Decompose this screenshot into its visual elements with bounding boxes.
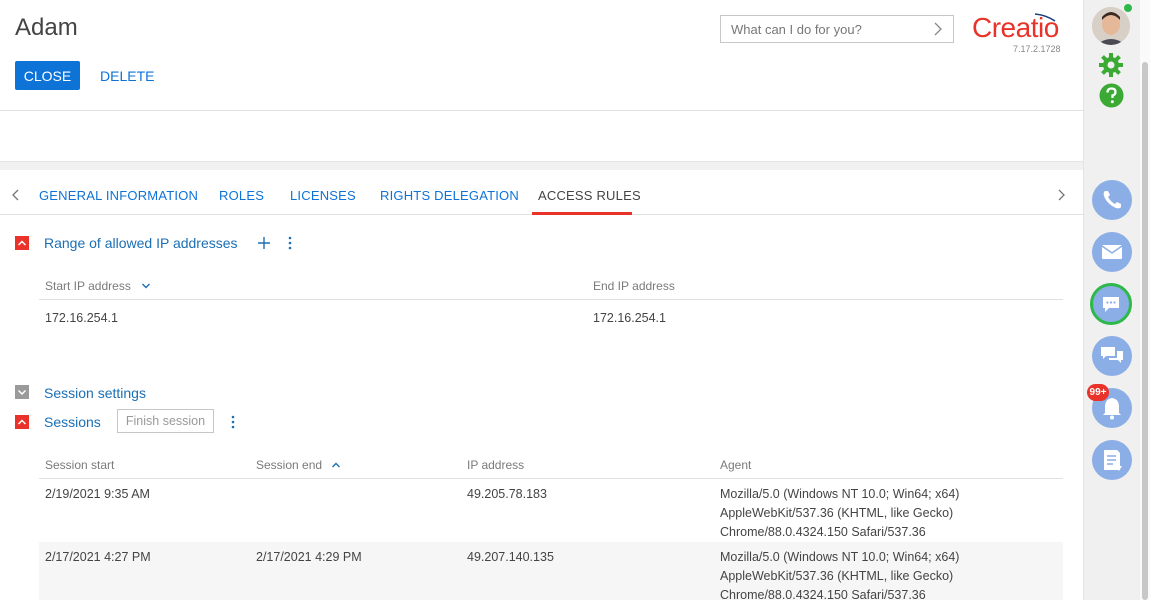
column-header-end-ip[interactable]: End IP address bbox=[593, 279, 675, 293]
tab-general-information[interactable]: GENERAL INFORMATION bbox=[39, 188, 198, 203]
session-start-cell: 2/19/2021 9:35 AM bbox=[45, 487, 150, 501]
agent-line: Chrome/88.0.4324.150 Safari/537.36 bbox=[720, 525, 926, 539]
logo-swoosh-icon bbox=[1034, 13, 1056, 22]
tab-roles[interactable]: ROLES bbox=[219, 188, 264, 203]
section-gap bbox=[0, 161, 1083, 170]
notification-count-badge: 99+ bbox=[1087, 384, 1109, 401]
sort-chevron-down-icon[interactable] bbox=[141, 281, 151, 291]
collapse-icon[interactable] bbox=[15, 236, 29, 250]
column-header-ip-address[interactable]: IP address bbox=[467, 458, 524, 472]
document-icon bbox=[1104, 450, 1122, 471]
table-cell: 172.16.254.1 bbox=[593, 311, 666, 325]
finish-session-button[interactable]: Finish session bbox=[117, 409, 214, 433]
ip-address-cell: 49.207.140.135 bbox=[467, 550, 554, 564]
version-label: 7.17.2.1728 bbox=[1013, 44, 1061, 54]
column-header-agent[interactable]: Agent bbox=[720, 458, 751, 472]
header-divider bbox=[39, 299, 1063, 300]
conversation-icon bbox=[1101, 347, 1123, 363]
agent-line: AppleWebKit/537.36 (KHTML, like Gecko) bbox=[720, 506, 954, 520]
chat-bubble-icon bbox=[1103, 297, 1119, 312]
tab-licenses[interactable]: LICENSES bbox=[290, 188, 356, 203]
header-divider bbox=[39, 478, 1063, 479]
email-button[interactable] bbox=[1092, 232, 1132, 272]
agent-line: AppleWebKit/537.36 (KHTML, like Gecko) bbox=[720, 569, 954, 583]
session-start-cell: 2/17/2021 4:27 PM bbox=[45, 550, 151, 564]
table-cell: 172.16.254.1 bbox=[45, 311, 118, 325]
gear-icon[interactable] bbox=[1098, 52, 1124, 78]
tab-bar: GENERAL INFORMATION ROLES LICENSES RIGHT… bbox=[0, 170, 1083, 215]
online-status-dot bbox=[1124, 4, 1132, 12]
scrollbar[interactable] bbox=[1140, 0, 1150, 600]
main-area: Adam CLOSE DELETE Creatio 7.17.2.1728 GE… bbox=[0, 0, 1083, 600]
user-photo-icon bbox=[1092, 7, 1130, 45]
page-title: Adam bbox=[15, 14, 78, 41]
column-header-session-start[interactable]: Session start bbox=[45, 458, 114, 472]
avatar[interactable] bbox=[1092, 7, 1130, 45]
session-settings-title[interactable]: Session settings bbox=[44, 385, 146, 401]
close-button[interactable]: CLOSE bbox=[15, 61, 80, 90]
phone-icon bbox=[1103, 191, 1121, 209]
tab-rights-delegation[interactable]: RIGHTS DELEGATION bbox=[380, 188, 519, 203]
agent-line: Mozilla/5.0 (Windows NT 10.0; Win64; x64… bbox=[720, 550, 960, 564]
column-header-start-ip[interactable]: Start IP address bbox=[45, 279, 131, 293]
process-button[interactable] bbox=[1092, 440, 1132, 480]
agent-line: Mozilla/5.0 (Windows NT 10.0; Win64; x64… bbox=[720, 487, 960, 501]
session-end-cell: 2/17/2021 4:29 PM bbox=[256, 550, 362, 564]
chat-button[interactable] bbox=[1090, 283, 1132, 325]
sessions-title[interactable]: Sessions bbox=[44, 414, 101, 430]
chevron-right-icon[interactable] bbox=[1056, 188, 1066, 202]
feed-button[interactable] bbox=[1092, 336, 1132, 376]
agent-line: Chrome/88.0.4324.150 Safari/537.36 bbox=[720, 588, 926, 600]
help-icon[interactable] bbox=[1099, 83, 1124, 108]
active-tab-indicator bbox=[532, 212, 632, 215]
ip-address-cell: 49.205.78.183 bbox=[467, 487, 547, 501]
sort-chevron-up-icon[interactable] bbox=[331, 460, 341, 470]
command-search[interactable] bbox=[720, 15, 954, 43]
add-icon[interactable] bbox=[257, 236, 271, 250]
chevron-right-icon[interactable] bbox=[931, 20, 945, 38]
phone-button[interactable] bbox=[1092, 180, 1132, 220]
more-options-icon[interactable] bbox=[228, 414, 238, 430]
chevron-left-icon[interactable] bbox=[11, 188, 21, 202]
divider bbox=[0, 110, 1083, 111]
tab-access-rules[interactable]: ACCESS RULES bbox=[538, 188, 641, 203]
column-header-session-end[interactable]: Session end bbox=[256, 458, 322, 472]
delete-button[interactable]: DELETE bbox=[100, 61, 154, 90]
envelope-icon bbox=[1101, 245, 1123, 259]
expand-icon[interactable] bbox=[15, 385, 29, 399]
scrollbar-thumb[interactable] bbox=[1142, 62, 1148, 600]
search-input[interactable] bbox=[721, 16, 941, 42]
more-options-icon[interactable] bbox=[285, 235, 295, 251]
ip-range-section-title[interactable]: Range of allowed IP addresses bbox=[44, 235, 238, 251]
collapse-icon[interactable] bbox=[15, 415, 29, 429]
